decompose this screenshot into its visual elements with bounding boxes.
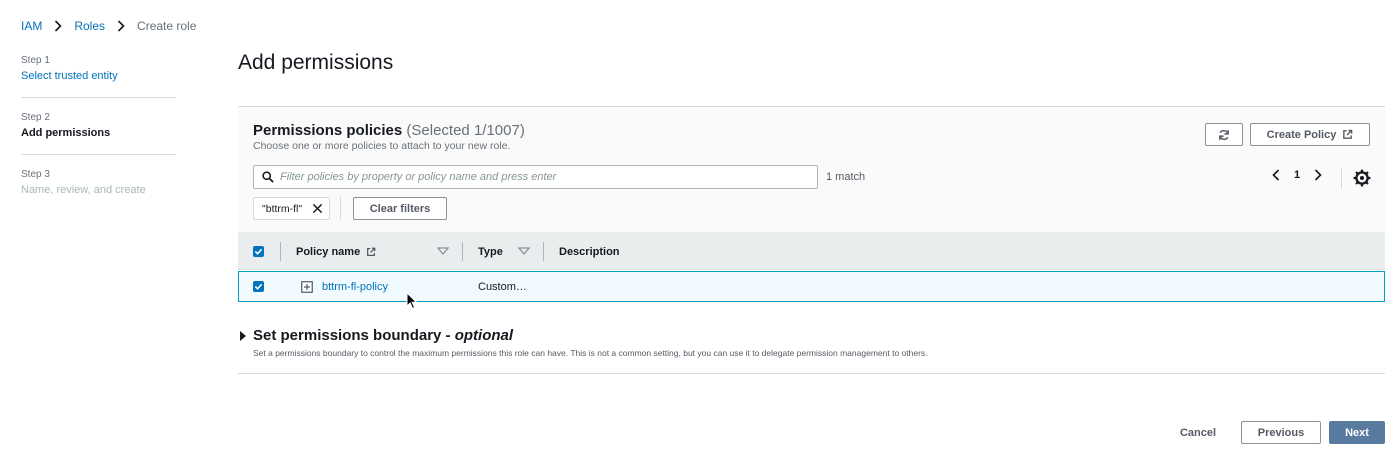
caret-right-icon[interactable] xyxy=(240,331,246,341)
breadcrumb-iam[interactable]: IAM xyxy=(21,19,42,33)
external-link-icon xyxy=(367,247,376,256)
policy-name-cell: bttrm-fl-policy xyxy=(322,272,388,301)
wizard-steps: Step 1 Select trusted entity Step 2 Add … xyxy=(21,55,176,211)
step-number: Step 1 xyxy=(21,55,50,66)
refresh-button[interactable] xyxy=(1205,123,1243,146)
chevron-right-icon[interactable] xyxy=(1314,169,1322,181)
permissions-description: Choose one or more policies to attach to… xyxy=(253,140,511,152)
select-all-checkbox[interactable] xyxy=(253,246,264,257)
checkbox-checked-icon xyxy=(254,248,263,255)
column-separator xyxy=(280,242,281,261)
boundary-optional-text: optional xyxy=(454,327,514,344)
policy-name-link[interactable]: bttrm-fl-policy xyxy=(322,281,388,293)
permissions-header: Permissions policies (Selected 1/1007) C… xyxy=(238,107,1385,233)
external-link-icon xyxy=(1343,129,1353,139)
create-policy-label: Create Policy xyxy=(1266,128,1337,141)
step-3: Step 3 Name, review, and create xyxy=(21,154,176,211)
close-icon[interactable] xyxy=(312,203,323,214)
pagination: 1 xyxy=(1272,169,1322,181)
policy-type-cell: Custom… xyxy=(478,280,527,293)
page-number[interactable]: 1 xyxy=(1290,169,1304,181)
expand-cell xyxy=(301,272,313,301)
clear-filters-button[interactable]: Clear filters xyxy=(353,197,447,220)
permissions-title: Permissions policies (Selected 1/1007) xyxy=(253,122,525,139)
pager-divider xyxy=(1341,167,1342,189)
filter-token: "bttrm-fl" xyxy=(253,197,331,220)
row-checkbox[interactable] xyxy=(253,281,264,292)
step-label-add-permissions: Add permissions xyxy=(21,127,111,139)
boundary-title-text: Set permissions boundary - xyxy=(253,327,455,344)
permissions-policies-container: Permissions policies (Selected 1/1007) C… xyxy=(238,106,1385,302)
refresh-icon xyxy=(1219,129,1229,140)
mouse-cursor-icon xyxy=(406,292,418,310)
permissions-title-text: Permissions policies xyxy=(253,122,403,139)
column-separator xyxy=(543,242,544,261)
next-button[interactable]: Next xyxy=(1329,421,1385,444)
row-select-cell xyxy=(253,272,264,301)
sort-down-icon[interactable] xyxy=(437,247,449,256)
boundary-description: Set a permissions boundary to control th… xyxy=(253,348,928,358)
column-separator xyxy=(462,242,463,261)
policy-search-input[interactable] xyxy=(280,171,800,183)
column-label-description: Description xyxy=(559,245,620,258)
sort-down-icon[interactable] xyxy=(518,247,530,256)
create-policy-button[interactable]: Create Policy xyxy=(1250,123,1370,146)
step-2: Step 2 Add permissions xyxy=(21,97,176,154)
search-icon xyxy=(262,171,274,183)
token-divider xyxy=(340,197,341,220)
column-label-type: Type xyxy=(478,245,503,258)
table-header: Policy name Type Description xyxy=(238,233,1385,270)
checkbox-checked-icon xyxy=(254,283,263,290)
permissions-boundary-section: Set permissions boundary - optional Set … xyxy=(238,326,1385,374)
select-all-cell xyxy=(253,233,264,270)
permissions-boundary-toggle[interactable]: Set permissions boundary - optional xyxy=(253,327,513,344)
chevron-left-icon[interactable] xyxy=(1272,169,1280,181)
breadcrumb-roles[interactable]: Roles xyxy=(74,19,105,33)
cancel-button[interactable]: Cancel xyxy=(1167,421,1229,444)
expand-plus-icon[interactable] xyxy=(301,280,313,293)
column-header-description: Description xyxy=(559,233,620,270)
column-header-policy-name[interactable]: Policy name xyxy=(296,233,376,270)
chevron-right-icon xyxy=(55,20,62,32)
step-1: Step 1 Select trusted entity xyxy=(21,55,176,97)
gear-icon[interactable] xyxy=(1353,169,1371,187)
policy-search-box[interactable] xyxy=(253,165,818,189)
selected-counter: (Selected 1/1007) xyxy=(406,122,525,139)
column-label-policy-name: Policy name xyxy=(296,245,361,258)
page-title: Add permissions xyxy=(238,51,394,74)
column-header-type[interactable]: Type xyxy=(478,233,503,270)
step-label-name-review-create: Name, review, and create xyxy=(21,184,146,196)
step-link-select-trusted-entity[interactable]: Select trusted entity xyxy=(21,67,176,85)
filter-token-label: "bttrm-fl" xyxy=(262,202,303,215)
previous-button[interactable]: Previous xyxy=(1241,421,1321,444)
step-number: Step 2 xyxy=(21,112,50,123)
breadcrumb-current: Create role xyxy=(137,19,197,33)
match-count: 1 match xyxy=(826,171,866,183)
breadcrumb: IAM Roles Create role xyxy=(21,18,196,34)
step-number: Step 3 xyxy=(21,169,50,180)
chevron-right-icon xyxy=(117,20,125,32)
